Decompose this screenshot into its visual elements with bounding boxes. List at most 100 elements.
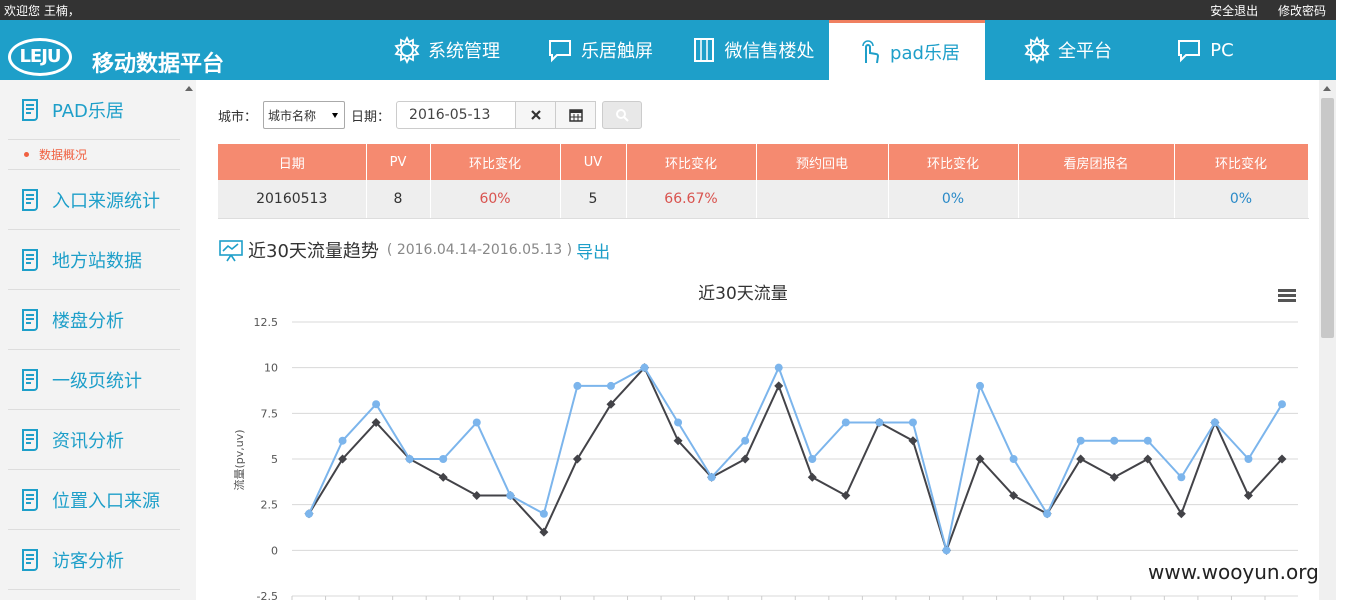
search-button[interactable] [602,101,643,129]
data-point[interactable] [1177,473,1186,482]
column-header: 日期 [218,144,367,180]
data-point[interactable] [807,472,817,482]
data-point[interactable] [1076,436,1085,445]
calendar-icon [568,109,583,122]
chart-menu-icon[interactable] [1278,289,1296,302]
column-header: 预约回电 [756,144,889,180]
sidebar-item-local-site[interactable]: 地方站数据 [8,230,180,290]
data-point[interactable] [741,436,750,445]
stats-table: 日期 PV 环比变化 UV 环比变化 预约回电 环比变化 看房团报名 环比变化 … [218,144,1309,219]
table-cell [1018,180,1175,219]
data-point[interactable] [707,473,716,482]
nav-label: pad乐居 [890,42,960,64]
export-link[interactable]: 导出 [576,238,610,263]
scroll-up-icon[interactable] [1323,86,1331,91]
data-point[interactable] [1278,400,1286,409]
scroll-up-icon[interactable] [185,86,193,91]
document-icon [22,488,38,511]
data-point[interactable] [1109,472,1119,482]
bullet-icon [24,152,29,157]
data-point[interactable] [1244,455,1253,463]
y-tick-label: 2.5 [261,499,279,512]
nav-label: 全平台 [1058,41,1112,62]
sidebar-item-location-entry[interactable]: 位置入口来源 [8,470,180,530]
city-select-value: 城市名称 [268,108,317,123]
sidebar-item-label: 位置入口来源 [52,490,160,512]
data-point[interactable] [740,454,750,464]
data-point[interactable] [841,491,851,501]
data-point[interactable] [372,400,381,409]
column-header: 环比变化 [1174,144,1309,180]
column-header: 环比变化 [430,144,561,180]
sidebar-scrollbar[interactable] [180,80,196,600]
data-point[interactable] [606,381,615,390]
sidebar-item-entry-source[interactable]: 入口来源统计 [8,170,180,230]
data-point[interactable] [506,491,515,500]
clear-date-button[interactable] [516,101,557,129]
column-header: 环比变化 [888,144,1019,180]
data-point[interactable] [573,381,582,390]
nav-system-management[interactable]: 系统管理 [368,20,524,80]
sidebar-item-visitor-analysis[interactable]: 访客分析 [8,530,180,590]
window-edge [1336,0,1354,600]
chart-icon [219,240,243,262]
trend-range: ( 2016.04.14-2016.05.13 ) [386,242,573,258]
nav-wechat-sales[interactable]: 微信售楼处 [674,20,829,80]
sidebar-item-property-analysis[interactable]: 楼盘分析 [8,290,180,350]
data-point[interactable] [472,418,481,427]
data-point[interactable] [774,363,783,372]
sidebar-item-news-analysis[interactable]: 资讯分析 [8,410,180,470]
nav-pad-leju[interactable]: pad乐居 [829,20,985,80]
data-point[interactable] [1009,455,1018,463]
data-point[interactable] [1076,454,1086,464]
data-point[interactable] [841,418,850,427]
sidebar-subitem-label: 数据概况 [39,148,88,162]
data-point[interactable] [808,455,817,463]
data-point[interactable] [338,436,347,445]
data-point[interactable] [908,418,917,427]
data-point[interactable] [640,363,649,372]
y-axis-label: 流量(pv,uv) [232,429,246,490]
sidebar-item-top-page-stats[interactable]: 一级页统计 [8,350,180,410]
data-point[interactable] [1043,509,1052,518]
sidebar-item-label: 地方站数据 [52,250,142,272]
data-point[interactable] [439,455,448,463]
scrollbar-thumb[interactable] [1321,98,1334,338]
data-point[interactable] [1143,454,1153,464]
page-scrollbar[interactable] [1319,80,1336,600]
sidebar-subitem-data-overview[interactable]: 数据概况 [8,140,188,170]
data-point[interactable] [539,509,548,518]
data-point[interactable] [438,472,448,482]
header: LEJU 移动数据平台 系统管理 乐居触屏 微信售楼处 pad乐居 全平台 PC [0,20,1336,80]
data-point[interactable] [472,491,482,501]
nav-all-platform[interactable]: 全平台 [985,20,1149,80]
column-header: UV [560,144,627,180]
data-point[interactable] [875,418,884,427]
data-point[interactable] [405,455,414,463]
data-point[interactable] [774,381,784,391]
date-input[interactable]: 2016-05-13 [396,101,517,129]
data-point[interactable] [942,546,951,555]
nav-pc[interactable]: PC [1149,20,1259,80]
traffic-chart: 近30天流量 流量(pv,uv) 12.5 10 7.5 5 2.5 0 -2.5 [218,270,1308,600]
data-point[interactable] [1210,418,1219,427]
leju-logo[interactable]: LEJU [8,38,72,76]
nav-leju-touch[interactable]: 乐居触屏 [524,20,674,80]
data-point[interactable] [305,509,313,518]
city-select[interactable]: 城市名称 [263,101,346,129]
data-point[interactable] [1110,436,1119,445]
change-password-link[interactable]: 修改密码 [1278,4,1326,18]
table-cell: 0% [888,180,1019,219]
data-point[interactable] [572,454,582,464]
calendar-button[interactable] [556,101,597,129]
gear-icon [1024,35,1050,65]
data-point[interactable] [1143,436,1152,445]
sidebar-item-label: 入口来源统计 [52,190,160,212]
table-cell: 0% [1174,180,1309,219]
data-point[interactable] [976,381,985,390]
sidebar-item-pad-leju[interactable]: PAD乐居 [8,80,180,140]
logout-link[interactable]: 安全退出 [1210,4,1258,18]
data-point[interactable] [674,418,683,427]
data-point[interactable] [1176,509,1186,519]
sidebar-item-label: 一级页统计 [52,370,142,392]
